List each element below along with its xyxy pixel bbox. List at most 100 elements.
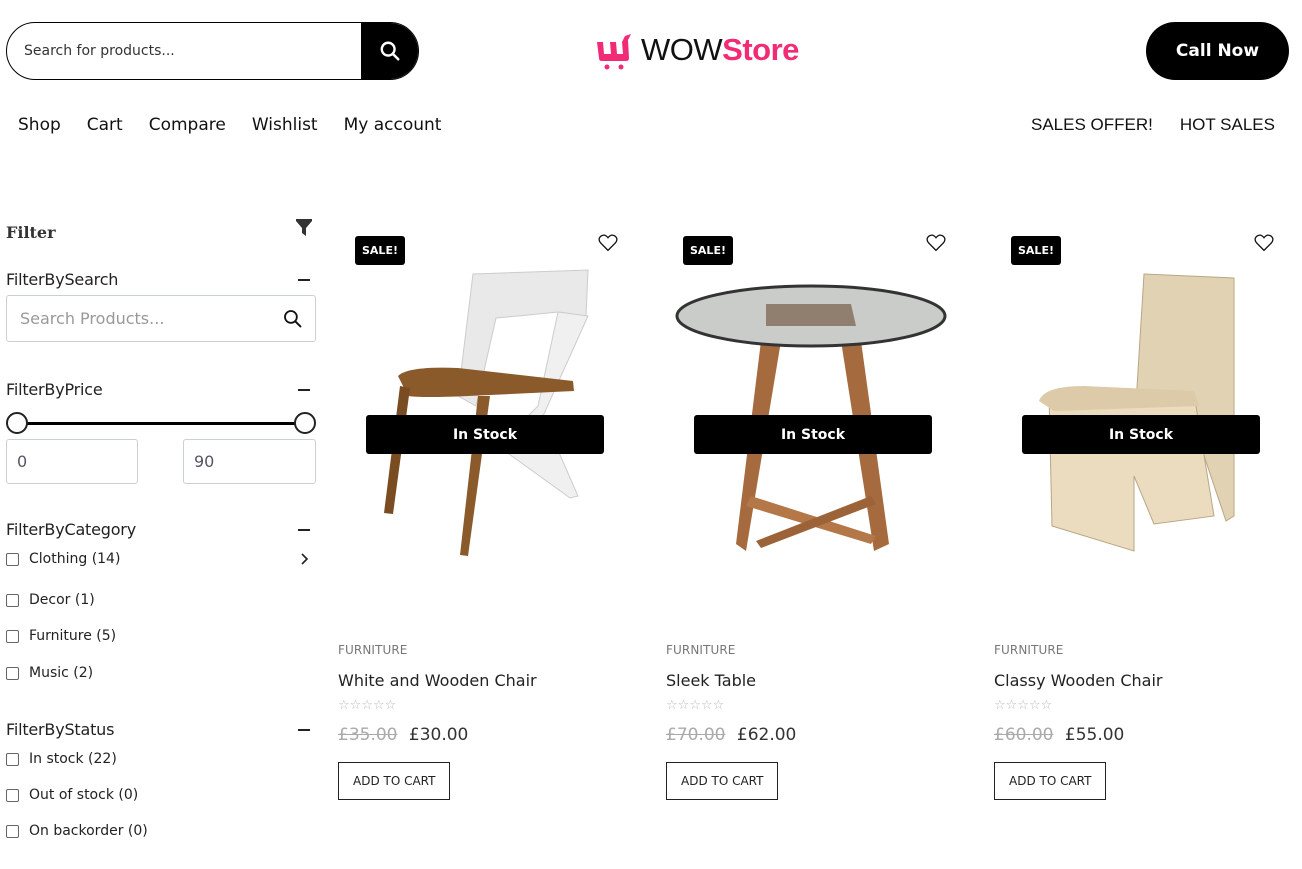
product-price: £60.00 £55.00 bbox=[994, 725, 1284, 745]
sale-badge: SALE! bbox=[683, 236, 733, 265]
category-label: Decor (1) bbox=[29, 592, 95, 608]
stock-status: In Stock bbox=[694, 415, 932, 454]
table-image bbox=[675, 284, 947, 551]
funnel-icon[interactable] bbox=[296, 219, 312, 237]
category-item-clothing[interactable]: Clothing (14) bbox=[6, 551, 316, 567]
logo-wow: WOW bbox=[641, 32, 723, 67]
sale-badge: SALE! bbox=[1011, 236, 1061, 265]
heart-icon[interactable] bbox=[926, 234, 946, 252]
price-range-slider[interactable] bbox=[6, 411, 316, 435]
sidebar-search bbox=[6, 295, 316, 342]
filter-by-category-title: FilterByCategory bbox=[6, 520, 136, 539]
nav-wishlist[interactable]: Wishlist bbox=[252, 115, 318, 135]
filter-by-search-title: FilterBySearch bbox=[6, 270, 119, 289]
filter-by-status-header[interactable]: FilterByStatus bbox=[6, 720, 316, 739]
category-label: Furniture (5) bbox=[29, 628, 117, 644]
product-category[interactable]: FURNITURE bbox=[338, 643, 628, 657]
call-now-button[interactable]: Call Now bbox=[1146, 22, 1289, 80]
product-category[interactable]: FURNITURE bbox=[994, 643, 1284, 657]
checkbox[interactable] bbox=[6, 629, 19, 643]
slider-max-handle[interactable] bbox=[294, 412, 316, 434]
filter-by-category: FilterByCategory Clothing (14) Decor (1)… bbox=[6, 520, 316, 681]
nav-cart[interactable]: Cart bbox=[87, 115, 123, 135]
star-rating: ☆☆☆☆☆ bbox=[338, 698, 397, 713]
product-image[interactable]: SALE! In Stock bbox=[666, 226, 956, 596]
nav-my-account[interactable]: My account bbox=[344, 115, 442, 135]
product-price: £35.00 £30.00 bbox=[338, 725, 628, 745]
product-category[interactable]: FURNITURE bbox=[666, 643, 956, 657]
search-icon bbox=[380, 41, 400, 61]
add-to-cart-button[interactable]: ADD TO CART bbox=[338, 762, 451, 800]
star-rating: ☆☆☆☆☆ bbox=[666, 698, 725, 713]
price-inputs bbox=[6, 439, 316, 484]
header-search-input[interactable] bbox=[7, 23, 361, 79]
search-icon[interactable] bbox=[283, 309, 302, 328]
category-label: Clothing (14) bbox=[29, 551, 121, 567]
nav-hot-sales[interactable]: HOT SALES bbox=[1180, 115, 1275, 135]
stock-status: In Stock bbox=[1022, 415, 1260, 454]
sidebar-search-input[interactable] bbox=[20, 309, 260, 328]
chevron-right-icon[interactable] bbox=[300, 553, 310, 565]
checkbox[interactable] bbox=[6, 824, 19, 838]
filter-sidebar: Filter FilterBySearch FilterByPrice Fi bbox=[6, 216, 316, 839]
product-title[interactable]: White and Wooden Chair bbox=[338, 671, 628, 690]
filter-by-search-header[interactable]: FilterBySearch bbox=[6, 270, 316, 289]
add-to-cart-button[interactable]: ADD TO CART bbox=[994, 762, 1107, 800]
sale-price: £62.00 bbox=[736, 725, 797, 745]
collapse-icon[interactable] bbox=[298, 278, 310, 281]
sale-badge: SALE! bbox=[355, 236, 405, 265]
price-max-input[interactable] bbox=[183, 439, 316, 484]
logo[interactable]: WOWStore bbox=[595, 30, 799, 70]
filter-header: Filter bbox=[6, 216, 316, 248]
slider-min-handle[interactable] bbox=[6, 412, 28, 434]
slider-track bbox=[16, 422, 306, 425]
star-rating: ☆☆☆☆☆ bbox=[994, 698, 1053, 713]
header-search-button[interactable] bbox=[361, 23, 418, 79]
product-title[interactable]: Classy Wooden Chair bbox=[994, 671, 1284, 690]
sale-price: £30.00 bbox=[408, 725, 469, 745]
category-item-furniture[interactable]: Furniture (5) bbox=[6, 628, 316, 644]
filter-by-category-header[interactable]: FilterByCategory bbox=[6, 520, 316, 539]
product-image[interactable]: SALE! In Stock bbox=[338, 226, 628, 596]
heart-icon[interactable] bbox=[1254, 234, 1274, 252]
collapse-icon[interactable] bbox=[298, 528, 310, 531]
secondary-nav: SALES OFFER! HOT SALES bbox=[1031, 115, 1275, 135]
nav-shop[interactable]: Shop bbox=[18, 115, 61, 135]
product-image[interactable]: SALE! In Stock bbox=[994, 226, 1284, 596]
chair-image bbox=[384, 269, 589, 556]
sale-price: £55.00 bbox=[1064, 725, 1125, 745]
nav-compare[interactable]: Compare bbox=[149, 115, 226, 135]
heart-icon[interactable] bbox=[598, 234, 618, 252]
status-label: In stock (22) bbox=[29, 751, 117, 767]
product-title[interactable]: Sleek Table bbox=[666, 671, 956, 690]
chair-image bbox=[1039, 273, 1235, 552]
status-item-in-stock[interactable]: In stock (22) bbox=[6, 751, 316, 767]
status-item-out-of-stock[interactable]: Out of stock (0) bbox=[6, 787, 316, 803]
checkbox[interactable] bbox=[6, 788, 19, 802]
collapse-icon[interactable] bbox=[298, 388, 310, 391]
category-item-decor[interactable]: Decor (1) bbox=[6, 592, 316, 608]
status-label: Out of stock (0) bbox=[29, 787, 139, 803]
logo-store: Store bbox=[722, 32, 799, 67]
filter-by-price: FilterByPrice bbox=[6, 380, 316, 484]
checkbox[interactable] bbox=[6, 666, 19, 680]
checkbox[interactable] bbox=[6, 593, 19, 607]
status-item-on-backorder[interactable]: On backorder (0) bbox=[6, 823, 316, 839]
product-price: £70.00 £62.00 bbox=[666, 725, 956, 745]
add-to-cart-button[interactable]: ADD TO CART bbox=[666, 762, 779, 800]
status-label: On backorder (0) bbox=[29, 823, 148, 839]
nav-sales-offer[interactable]: SALES OFFER! bbox=[1031, 115, 1153, 135]
category-label: Music (2) bbox=[29, 665, 94, 681]
filter-by-status: FilterByStatus In stock (22) Out of stoc… bbox=[6, 720, 316, 839]
checkbox[interactable] bbox=[6, 752, 19, 766]
price-min-input[interactable] bbox=[6, 439, 138, 484]
filter-by-search: FilterBySearch bbox=[6, 270, 316, 342]
collapse-icon[interactable] bbox=[298, 728, 310, 731]
stock-status: In Stock bbox=[366, 415, 604, 454]
checkbox[interactable] bbox=[6, 552, 19, 566]
filter-title: Filter bbox=[6, 222, 56, 242]
category-item-music[interactable]: Music (2) bbox=[6, 665, 316, 681]
product-card: SALE! In Stock FURNITURE White and Woode… bbox=[338, 226, 628, 800]
filter-by-price-title: FilterByPrice bbox=[6, 380, 103, 399]
filter-by-price-header[interactable]: FilterByPrice bbox=[6, 380, 316, 399]
